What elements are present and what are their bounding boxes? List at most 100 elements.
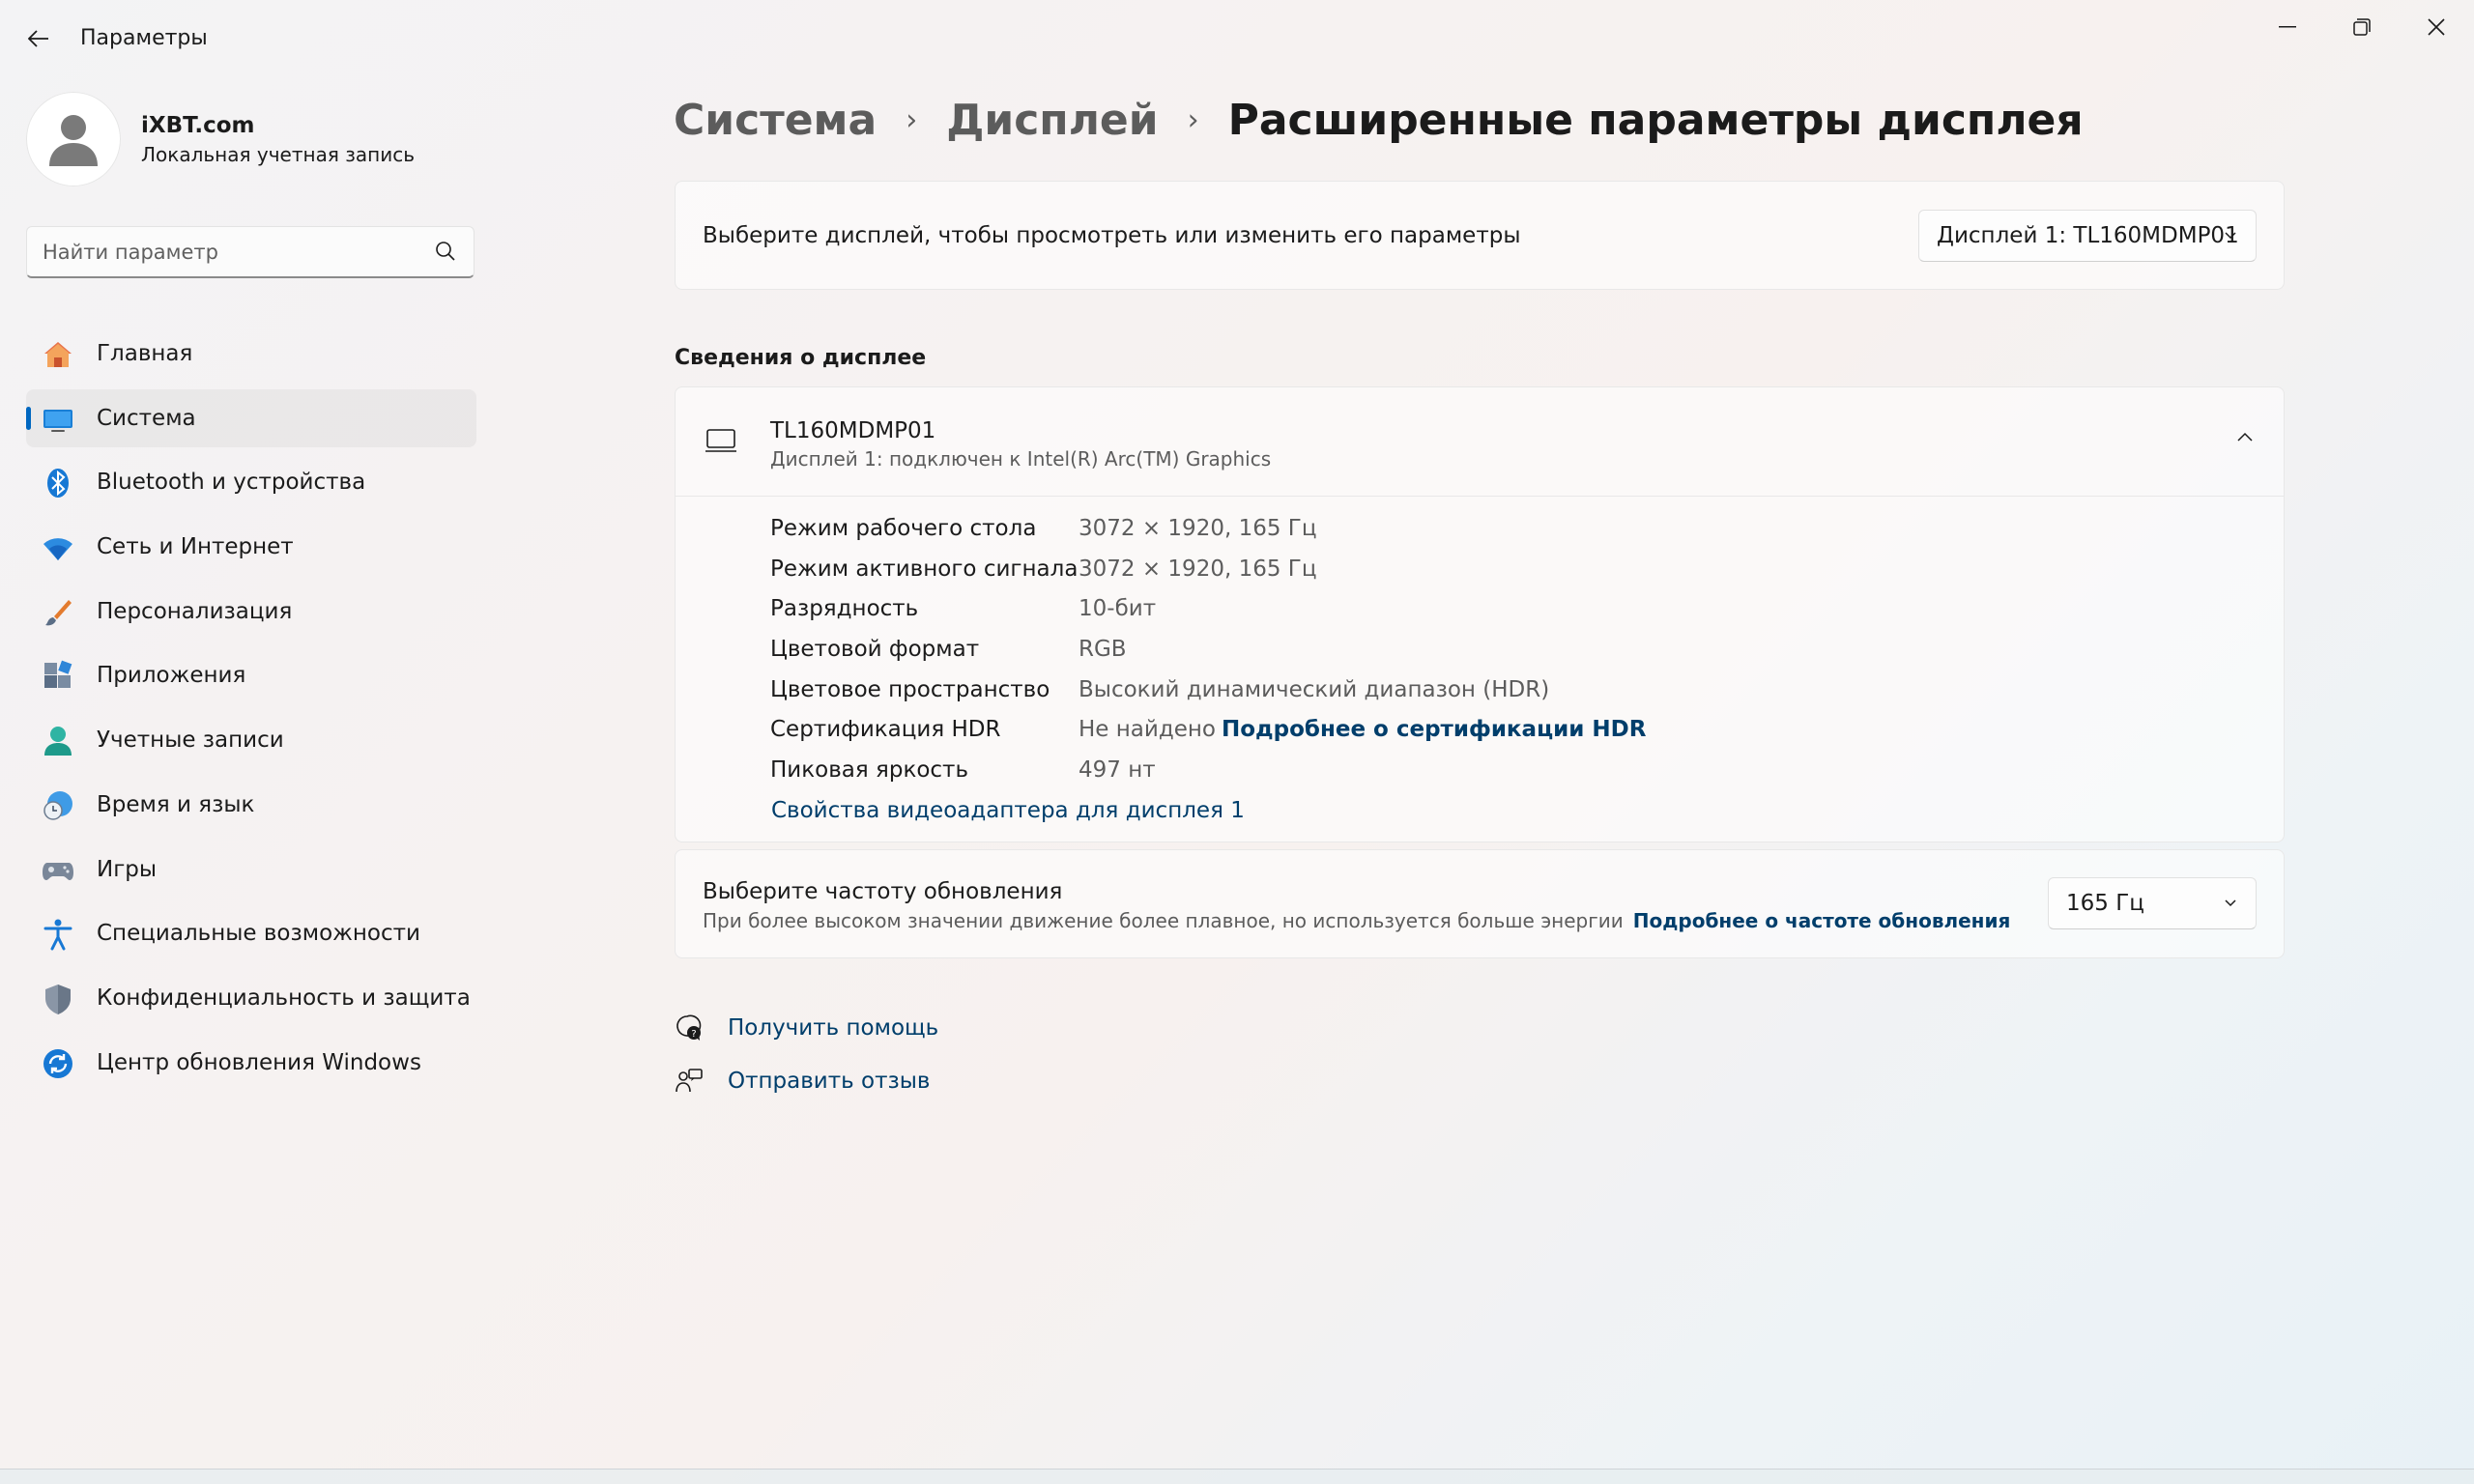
user-profile[interactable]: iXBT.com Локальная учетная запись xyxy=(26,92,471,188)
apps-icon xyxy=(42,660,74,693)
shield-icon xyxy=(42,983,74,1015)
display-dropdown[interactable]: Дисплей 1: TL160MDMP01 xyxy=(1918,210,2257,262)
sidebar-item-label: Конфиденциальность и защита xyxy=(97,985,471,1011)
breadcrumb-chevron-icon: › xyxy=(1187,102,1199,137)
refresh-rate-card: Выберите частоту обновления При более вы… xyxy=(675,849,2285,958)
info-key: Цветовое пространство xyxy=(770,676,1050,702)
brush-icon xyxy=(42,596,74,629)
close-button[interactable] xyxy=(2402,6,2471,48)
home-icon xyxy=(42,338,74,371)
breadcrumb: Система › Дисплей › Расширенные параметр… xyxy=(674,91,2084,149)
chevron-down-icon xyxy=(2225,232,2236,240)
sidebar-item-system[interactable]: Система xyxy=(26,388,476,447)
search-icon[interactable] xyxy=(435,241,456,262)
info-value: 497 нт xyxy=(1079,757,1156,784)
sidebar-item-label: Центр обновления Windows xyxy=(97,1049,421,1075)
wifi-icon xyxy=(42,531,74,564)
back-button[interactable] xyxy=(19,19,58,58)
avatar xyxy=(26,92,121,186)
get-help-link[interactable]: ? Получить помощь xyxy=(674,1009,938,1047)
send-feedback-link[interactable]: Отправить отзыв xyxy=(674,1062,930,1100)
system-icon xyxy=(42,403,74,436)
refresh-rate-value: 165 Гц xyxy=(2066,891,2144,916)
sidebar-item-bluetooth[interactable]: Bluetooth и устройства xyxy=(26,453,476,511)
app-title: Параметры xyxy=(80,26,208,50)
help-icon: ? xyxy=(674,1013,705,1043)
title-bar: Параметры xyxy=(0,0,2474,77)
info-value: 3072 × 1920, 165 Гц xyxy=(1079,516,1317,541)
page-title: Расширенные параметры дисплея xyxy=(1227,95,2084,145)
breadcrumb-chevron-icon: › xyxy=(906,102,918,137)
info-key: Цветовой формат xyxy=(770,637,980,663)
sidebar-item-accounts[interactable]: Учетные записи xyxy=(26,711,476,769)
sidebar-item-label: Приложения xyxy=(97,663,246,689)
sidebar-item-accessibility[interactable]: Специальные возможности xyxy=(26,904,476,962)
refresh-rate-subtitle: При более высоком значении движение боле… xyxy=(703,909,1624,932)
sidebar-item-network[interactable]: Сеть и Интернет xyxy=(26,518,476,576)
search-box xyxy=(26,226,475,278)
back-arrow-icon xyxy=(28,30,48,47)
profile-name: iXBT.com xyxy=(141,113,255,138)
sidebar-item-label: Специальные возможности xyxy=(97,921,420,947)
sidebar-item-label: Главная xyxy=(97,341,193,366)
sidebar-item-label: Персонализация xyxy=(97,598,293,624)
info-key: Сертификация HDR xyxy=(770,717,1001,743)
windows-update-icon xyxy=(42,1047,74,1080)
display-info-section-title: Сведения о дисплее xyxy=(675,346,927,370)
time-language-icon xyxy=(42,789,74,822)
user-avatar-icon xyxy=(49,115,98,166)
info-value: 10-бит xyxy=(1079,596,1157,622)
restore-icon xyxy=(2353,18,2371,36)
hdr-certification-link[interactable]: Подробнее о сертификации HDR xyxy=(1222,717,1646,742)
sidebar-item-label: Сеть и Интернет xyxy=(97,534,294,560)
bluetooth-icon xyxy=(42,467,74,499)
display-connection: Дисплей 1: подключен к Intel(R) Arc(TM) … xyxy=(770,447,1272,471)
info-value: RGB xyxy=(1079,637,1127,663)
sidebar-item-label: Bluetooth и устройства xyxy=(97,470,366,496)
search-input[interactable] xyxy=(43,237,429,268)
accounts-icon xyxy=(42,725,74,757)
refresh-rate-title: Выберите частоту обновления xyxy=(703,879,1063,904)
adapter-properties-link[interactable]: Свойства видеоадаптера для дисплея 1 xyxy=(771,798,1245,823)
minimize-button[interactable] xyxy=(2253,6,2322,48)
breadcrumb-display[interactable]: Дисплей xyxy=(946,96,1158,145)
display-select-card: Выберите дисплей, чтобы просмотреть или … xyxy=(675,181,2285,290)
send-feedback-label: Отправить отзыв xyxy=(728,1069,931,1094)
refresh-rate-description: При более высоком значении движение боле… xyxy=(703,909,2010,932)
sidebar-item-time-language[interactable]: Время и язык xyxy=(26,776,476,834)
laptop-icon xyxy=(705,429,736,452)
sidebar-nav: Главная Система Bluetooth и устройства С… xyxy=(26,325,476,1098)
sidebar-item-apps[interactable]: Приложения xyxy=(26,646,476,704)
chevron-up-icon[interactable] xyxy=(2235,428,2255,447)
sidebar-item-home[interactable]: Главная xyxy=(26,325,476,383)
sidebar-item-gaming[interactable]: Игры xyxy=(26,841,476,899)
display-info-card: TL160MDMP01 Дисплей 1: подключен к Intel… xyxy=(675,386,2285,842)
svg-text:?: ? xyxy=(691,1029,696,1040)
get-help-label: Получить помощь xyxy=(728,1015,939,1041)
sidebar-item-personalization[interactable]: Персонализация xyxy=(26,583,476,641)
chevron-down-icon xyxy=(2225,899,2236,907)
refresh-rate-link[interactable]: Подробнее о частоте обновления xyxy=(1633,909,2011,932)
breadcrumb-system[interactable]: Система xyxy=(674,96,877,145)
minimize-icon xyxy=(2279,26,2296,28)
accessibility-icon xyxy=(42,918,74,951)
info-key: Режим активного сигнала xyxy=(770,556,1079,582)
restore-button[interactable] xyxy=(2327,6,2397,48)
feedback-icon xyxy=(674,1066,705,1097)
sidebar-item-label: Игры xyxy=(97,856,158,882)
display-name: TL160MDMP01 xyxy=(770,418,936,443)
info-key: Режим рабочего стола xyxy=(770,516,1037,541)
refresh-rate-dropdown[interactable]: 165 Гц xyxy=(2048,877,2257,929)
display-dropdown-value: Дисплей 1: TL160MDMP01 xyxy=(1937,223,2239,248)
profile-account-type: Локальная учетная запись xyxy=(141,143,415,166)
sidebar-item-privacy[interactable]: Конфиденциальность и защита xyxy=(26,969,476,1027)
info-key: Пиковая яркость xyxy=(770,757,969,784)
info-value: Не найдено xyxy=(1079,717,1216,743)
sidebar-item-windows-update[interactable]: Центр обновления Windows xyxy=(26,1034,476,1092)
gamepad-icon xyxy=(42,854,74,887)
info-key: Разрядность xyxy=(770,596,919,622)
info-value-wrap: Не найдено Подробнее о сертификации HDR xyxy=(1079,717,1646,742)
info-value: Высокий динамический диапазон (HDR) xyxy=(1079,676,1550,702)
display-info-header[interactable]: TL160MDMP01 Дисплей 1: подключен к Intel… xyxy=(676,387,2284,497)
window-bottom-edge xyxy=(0,1469,2474,1484)
